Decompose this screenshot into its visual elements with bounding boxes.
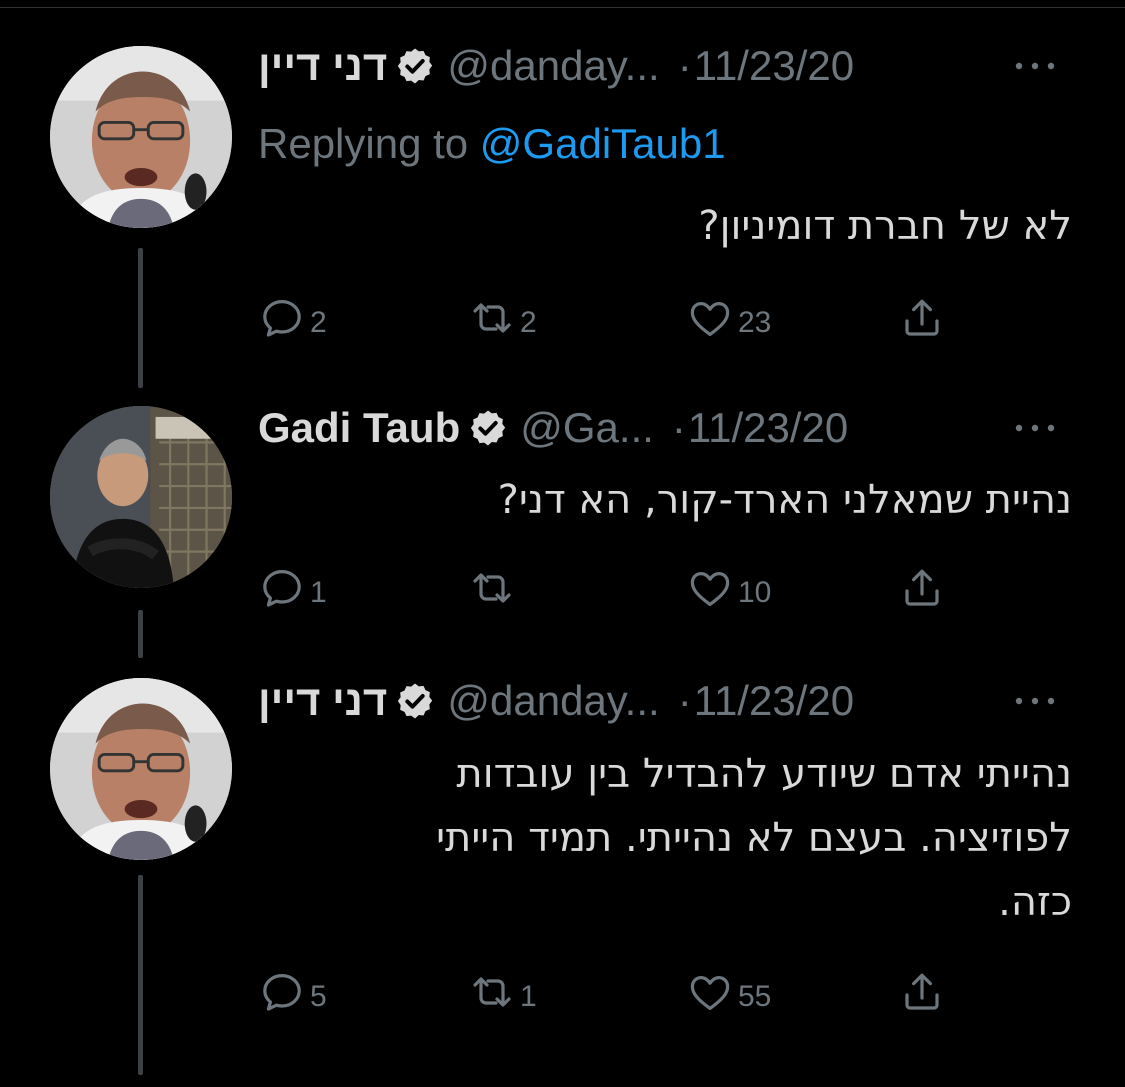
reply-count: 5 bbox=[310, 980, 327, 1013]
display-name[interactable]: דני דיין bbox=[258, 673, 387, 729]
like-count: 55 bbox=[738, 980, 772, 1013]
separator-dot: · bbox=[671, 404, 686, 451]
mention-link[interactable]: @GadiTaub1 bbox=[480, 120, 726, 167]
timestamp[interactable]: 11/23/20 bbox=[694, 673, 854, 729]
share-button[interactable] bbox=[898, 964, 946, 1020]
user-handle[interactable]: @danday... bbox=[447, 38, 659, 94]
verified-badge-icon bbox=[395, 46, 435, 86]
more-options-icon[interactable] bbox=[1005, 400, 1065, 456]
verified-badge-icon bbox=[395, 681, 435, 721]
tweet-actions: 5 1 55 bbox=[258, 964, 978, 1020]
timestamp[interactable]: 11/23/20 bbox=[688, 400, 848, 456]
retweet-icon bbox=[468, 564, 516, 612]
thread-line bbox=[138, 610, 143, 658]
avatar-image bbox=[50, 678, 232, 860]
display-name[interactable]: דני דיין bbox=[258, 38, 387, 94]
heart-icon bbox=[686, 968, 734, 1016]
avatar[interactable] bbox=[50, 46, 232, 228]
reply-icon bbox=[258, 294, 306, 342]
retweet-icon bbox=[468, 294, 516, 342]
replying-prefix: Replying to bbox=[258, 120, 469, 167]
like-button[interactable]: 23 bbox=[686, 290, 771, 346]
reply-icon bbox=[258, 564, 306, 612]
tweet-text-line: לפוזיציה. בעצם לא נהייתי. תמיד הייתי bbox=[436, 815, 1072, 861]
tweet-header: דני דיין @danday... · 11/23/20 bbox=[258, 38, 1065, 94]
retweet-button[interactable]: 2 bbox=[468, 290, 537, 346]
retweet-count: 2 bbox=[520, 306, 537, 339]
tweet-header: דני דיין @danday... · 11/23/20 bbox=[258, 673, 1065, 729]
tweet-text: נהיית שמאלני הארד-קור, הא דני? bbox=[497, 477, 1072, 523]
avatar[interactable] bbox=[50, 406, 232, 588]
display-name[interactable]: Gadi Taub bbox=[258, 400, 460, 456]
thread-line bbox=[138, 248, 143, 388]
user-handle[interactable]: @danday... bbox=[447, 673, 659, 729]
like-button[interactable]: 55 bbox=[686, 964, 771, 1020]
more-options-icon[interactable] bbox=[1005, 38, 1065, 94]
tweet-text: לא של חברת דומיניון? bbox=[698, 203, 1072, 249]
reply-button[interactable]: 1 bbox=[258, 560, 327, 616]
share-icon bbox=[898, 294, 946, 342]
separator-dot: · bbox=[677, 42, 692, 89]
avatar-image bbox=[50, 46, 232, 228]
tweet-text: נהייתי אדם שיודע להבדיל בין עובדות לפוזי… bbox=[252, 742, 1072, 934]
top-divider bbox=[0, 7, 1125, 8]
tweet-text-line: נהייתי אדם שיודע להבדיל בין עובדות bbox=[456, 751, 1072, 797]
tweet-actions: 1 10 bbox=[258, 560, 978, 616]
replying-to: Replying to @GadiTaub1 bbox=[258, 116, 726, 172]
verified-badge-icon bbox=[468, 408, 508, 448]
timestamp[interactable]: 11/23/20 bbox=[694, 38, 854, 94]
retweet-icon bbox=[468, 968, 516, 1016]
retweet-button[interactable]: 1 bbox=[468, 964, 537, 1020]
heart-icon bbox=[686, 294, 734, 342]
tweet-actions: 2 2 23 bbox=[258, 290, 978, 346]
tweet-header: Gadi Taub @Ga... · 11/23/20 bbox=[258, 400, 1065, 456]
user-handle[interactable]: @Ga... bbox=[520, 400, 654, 456]
retweet-count: 1 bbox=[520, 980, 537, 1013]
share-button[interactable] bbox=[898, 290, 946, 346]
retweet-button[interactable] bbox=[468, 560, 520, 616]
reply-button[interactable]: 5 bbox=[258, 964, 327, 1020]
more-options-icon[interactable] bbox=[1005, 673, 1065, 729]
share-button[interactable] bbox=[898, 560, 946, 616]
avatar-image bbox=[50, 406, 232, 588]
avatar[interactable] bbox=[50, 678, 232, 860]
like-count: 10 bbox=[738, 576, 772, 609]
reply-button[interactable]: 2 bbox=[258, 290, 327, 346]
like-button[interactable]: 10 bbox=[686, 560, 771, 616]
reply-count: 1 bbox=[310, 576, 327, 609]
share-icon bbox=[898, 968, 946, 1016]
separator-dot: · bbox=[677, 677, 692, 724]
like-count: 23 bbox=[738, 306, 772, 339]
reply-icon bbox=[258, 968, 306, 1016]
thread-line bbox=[138, 875, 143, 1075]
heart-icon bbox=[686, 564, 734, 612]
tweet-text-line: כזה. bbox=[998, 879, 1072, 925]
reply-count: 2 bbox=[310, 306, 327, 339]
share-icon bbox=[898, 564, 946, 612]
